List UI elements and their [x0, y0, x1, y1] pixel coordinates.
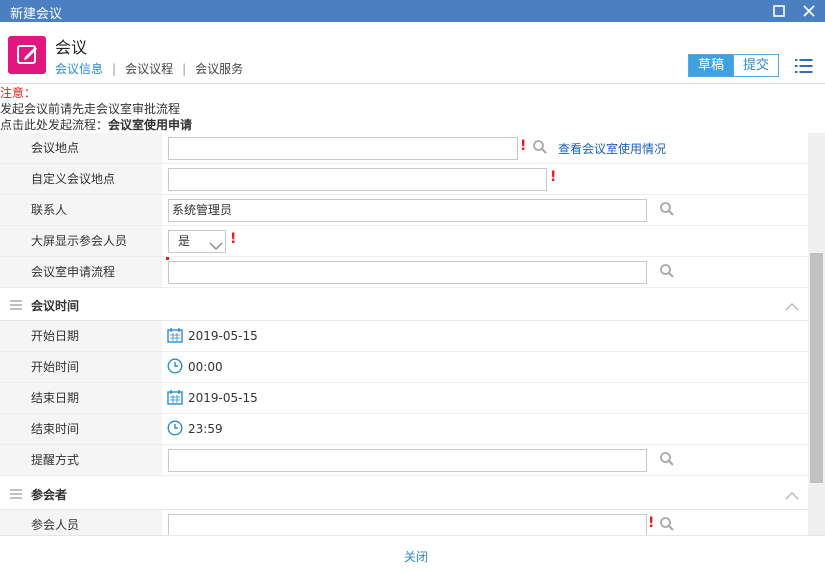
tab-separator: | [112, 62, 117, 76]
section-meeting-time: 会议时间 [0, 288, 808, 321]
row-big-screen: 大屏显示参会人员 是 ! [0, 226, 808, 257]
location-label: 会议地点 [0, 133, 162, 163]
custom-location-label: 自定义会议地点 [0, 164, 162, 194]
form-scroll-area[interactable]: 会议地点 ! 查看会议室使用情况 自定义会议地点 ! 联系人 系统管理员 大屏显… [0, 133, 808, 535]
menu-icon[interactable] [795, 58, 813, 74]
maximize-icon[interactable] [770, 2, 788, 20]
close-button[interactable]: 关闭 [404, 548, 428, 565]
search-icon[interactable] [659, 263, 675, 279]
vertical-scrollbar[interactable] [808, 133, 825, 535]
calendar-icon[interactable] [167, 389, 183, 405]
required-mark: ! [648, 515, 655, 531]
attendees-label: 参会人员 [0, 510, 162, 535]
remind-input[interactable] [168, 449, 647, 472]
row-location: 会议地点 ! 查看会议室使用情况 [0, 133, 808, 164]
search-icon[interactable] [659, 516, 675, 532]
tab-meeting-info[interactable]: 会议信息 [55, 62, 103, 76]
calendar-icon[interactable] [167, 327, 183, 343]
start-time-label: 开始时间 [0, 352, 162, 382]
start-time-value[interactable]: 00:00 [188, 360, 223, 374]
location-input[interactable] [168, 137, 518, 160]
row-attendees: 参会人员 ! [0, 510, 808, 535]
search-icon[interactable] [532, 139, 548, 155]
clock-icon[interactable] [167, 358, 183, 374]
row-custom-location: 自定义会议地点 ! [0, 164, 808, 195]
submit-button[interactable]: 提交 [734, 54, 780, 77]
big-screen-label: 大屏显示参会人员 [0, 226, 162, 256]
attendees-input[interactable] [168, 514, 647, 535]
end-date-label: 结束日期 [0, 383, 162, 413]
row-remind: 提醒方式 [0, 445, 808, 476]
row-room-flow: 会议室申请流程 [0, 257, 808, 288]
row-start-time: 开始时间 00:00 [0, 352, 808, 383]
drag-handle-icon [10, 299, 22, 310]
big-screen-selected-value: 是 [178, 234, 191, 248]
section-title: 会议时间 [31, 299, 80, 313]
row-end-date: 结束日期 2019-05-15 [0, 383, 808, 414]
section-title: 参会者 [31, 488, 68, 502]
tab-meeting-service[interactable]: 会议服务 [195, 62, 243, 76]
notice-heading: 注意： [0, 86, 37, 100]
end-date-value[interactable]: 2019-05-15 [188, 391, 258, 405]
row-end-time: 结束时间 23:59 [0, 414, 808, 445]
form-header: 会议 会议信息 | 会议议程 | 会议服务 草稿 提交 [0, 22, 825, 84]
room-flow-label: 会议室申请流程 [0, 257, 162, 287]
start-date-value[interactable]: 2019-05-15 [188, 329, 258, 343]
row-start-date: 开始日期 2019-05-15 [0, 321, 808, 352]
notice-line-2-prefix: 点击此处发起流程： [0, 118, 109, 132]
chevron-up-icon[interactable] [785, 489, 799, 500]
custom-location-input[interactable] [168, 168, 547, 191]
scrollbar-thumb[interactable] [810, 253, 823, 483]
tab-separator: | [182, 62, 187, 76]
view-room-usage-link[interactable]: 查看会议室使用情况 [558, 140, 666, 157]
draft-button[interactable]: 草稿 [688, 54, 735, 77]
room-flow-input[interactable] [168, 261, 647, 284]
window-titlebar: 新建会议 [0, 0, 825, 22]
end-time-label: 结束时间 [0, 414, 162, 444]
drag-handle-icon [10, 488, 22, 499]
search-icon[interactable] [659, 451, 675, 467]
tab-meeting-agenda[interactable]: 会议议程 [125, 62, 173, 76]
chevron-down-icon [209, 237, 223, 258]
clock-icon[interactable] [167, 420, 183, 436]
edit-icon [8, 36, 46, 74]
close-icon[interactable] [800, 2, 818, 20]
app-title: 会议 [55, 38, 88, 57]
notice-line-2: 点击此处发起流程：会议室使用申请 [0, 117, 825, 133]
required-mark: ! [230, 231, 237, 247]
validation-dot [166, 257, 169, 260]
chevron-up-icon[interactable] [785, 300, 799, 311]
tab-bar: 会议信息 | 会议议程 | 会议服务 [55, 60, 243, 77]
row-contact: 联系人 系统管理员 [0, 195, 808, 226]
search-icon[interactable] [659, 201, 675, 217]
notice-line-1: 发起会议前请先走会议室审批流程 [0, 102, 181, 116]
section-attendees: 参会者 [0, 477, 808, 510]
notice: 注意： 发起会议前请先走会议室审批流程 点击此处发起流程：会议室使用申请 [0, 85, 825, 133]
room-application-link[interactable]: 会议室使用申请 [108, 118, 192, 132]
required-mark: ! [520, 138, 527, 154]
contact-input[interactable]: 系统管理员 [168, 199, 647, 222]
action-buttons: 草稿 提交 [688, 54, 780, 77]
end-time-value[interactable]: 23:59 [188, 422, 223, 436]
big-screen-select[interactable]: 是 [168, 230, 226, 253]
contact-label: 联系人 [0, 195, 162, 225]
start-date-label: 开始日期 [0, 321, 162, 351]
required-mark: ! [550, 169, 557, 185]
footer: 关闭 [0, 535, 825, 572]
window-title: 新建会议 [10, 7, 63, 22]
remind-label: 提醒方式 [0, 445, 162, 475]
